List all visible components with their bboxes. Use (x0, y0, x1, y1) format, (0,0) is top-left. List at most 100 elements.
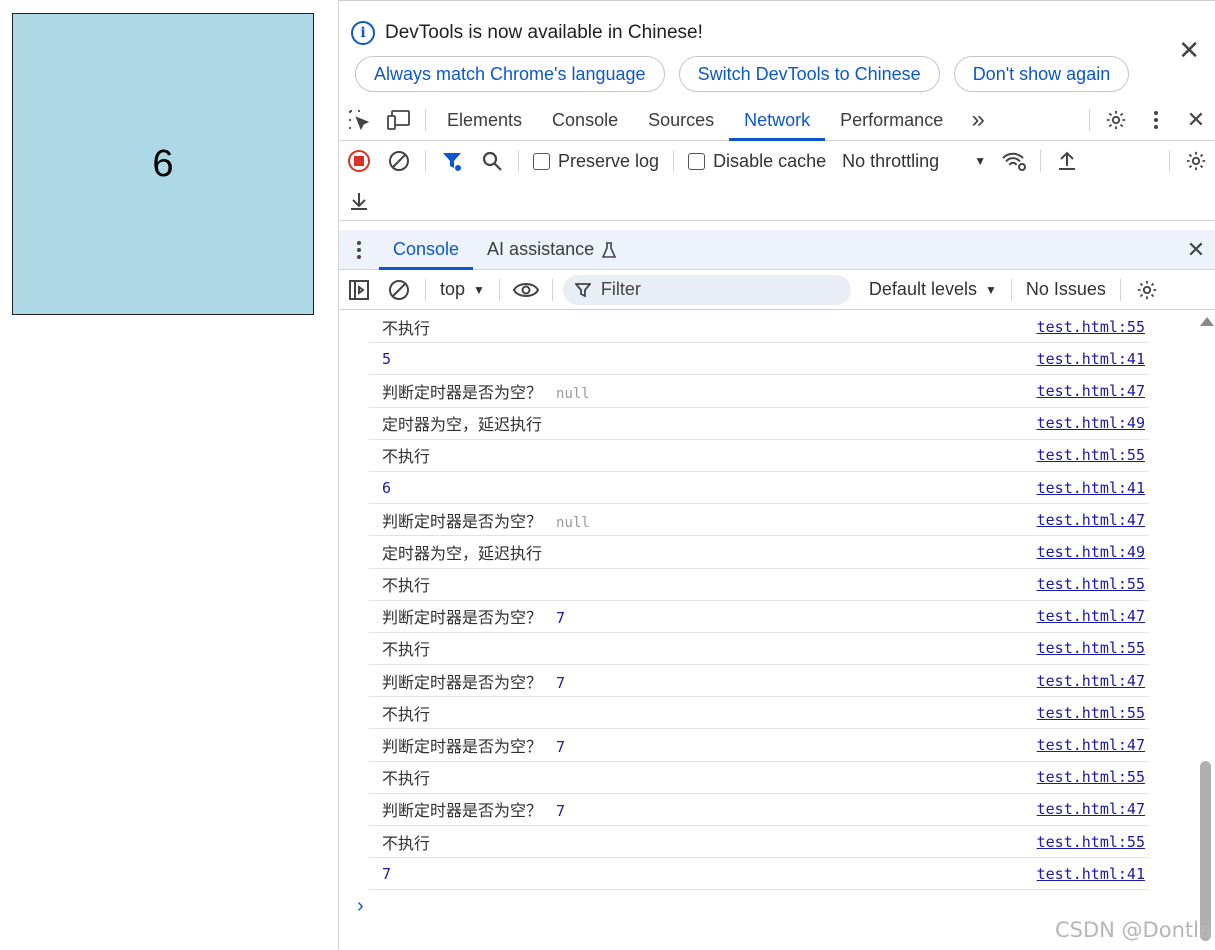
record-icon[interactable] (339, 141, 379, 182)
device-toolbar-icon[interactable] (379, 100, 419, 141)
infobar-message-row: i DevTools is now available in Chinese! (351, 21, 703, 45)
divider (518, 150, 519, 172)
source-link[interactable]: test.html:41 (1037, 479, 1149, 497)
message-text: 判断定时器是否为空？ (382, 608, 543, 628)
close-devtools-icon[interactable]: ✕ (1176, 100, 1215, 141)
clear-icon[interactable] (379, 141, 419, 182)
message-value: 7 (556, 802, 566, 821)
clear-console-icon[interactable] (379, 269, 419, 310)
source-link[interactable]: test.html:55 (1037, 768, 1149, 786)
source-link[interactable]: test.html:47 (1037, 511, 1149, 529)
console-message: 不执行 (369, 572, 430, 596)
export-har-icon[interactable] (339, 181, 379, 222)
filter-placeholder: Filter (600, 279, 641, 299)
divider (1169, 150, 1170, 172)
console-prompt-chevron-icon[interactable]: › (357, 895, 364, 918)
source-link[interactable]: test.html:41 (1037, 865, 1149, 883)
console-log: 不执行 test.html:55 5 test.html:41 判断定时器是否为空？ nu… (369, 311, 1149, 891)
drawer-tab-ai-assistance[interactable]: AI assistance (473, 230, 630, 270)
source-link[interactable]: test.html:55 (1037, 833, 1149, 851)
source-link[interactable]: test.html:55 (1037, 575, 1149, 593)
throttling-value: No throttling (842, 150, 940, 171)
sidebar-toggle-icon[interactable] (339, 269, 379, 310)
console-message-row: 定时器为空，延迟执行 test.html:49 (369, 408, 1149, 440)
language-infobar: i DevTools is now available in Chinese! … (339, 0, 1215, 100)
issues-counter[interactable]: No Issues (1018, 279, 1114, 300)
console-message: 5 (369, 349, 391, 368)
message-text: 判断定时器是否为空？ (382, 801, 543, 821)
scrollbar-thumb[interactable] (1200, 761, 1211, 941)
message-text: 判断定时器是否为空？ (382, 672, 543, 692)
console-message-row: 判断定时器是否为空？ 7 test.html:47 (369, 794, 1149, 826)
tab-console[interactable]: Console (537, 100, 633, 141)
log-levels-select[interactable]: Default levels ▼ (861, 279, 1005, 300)
tab-elements[interactable]: Elements (432, 100, 537, 141)
page-viewport: 6 (0, 0, 338, 950)
source-link[interactable]: test.html:55 (1037, 704, 1149, 722)
funnel-icon (574, 282, 591, 297)
close-drawer-icon[interactable]: ✕ (1176, 229, 1215, 270)
filter-icon[interactable] (432, 141, 472, 182)
source-link[interactable]: test.html:47 (1037, 382, 1149, 400)
always-match-language-button[interactable]: Always match Chrome's language (355, 56, 665, 92)
console-scrollbar[interactable] (1197, 311, 1215, 950)
tab-sources[interactable]: Sources (633, 100, 729, 141)
source-link[interactable]: test.html:47 (1037, 736, 1149, 754)
switch-to-chinese-button[interactable]: Switch DevTools to Chinese (678, 56, 940, 92)
dont-show-again-button[interactable]: Don't show again (953, 56, 1130, 92)
tab-network[interactable]: Network (729, 100, 826, 141)
context-select[interactable]: top ▼ (432, 279, 493, 300)
search-icon[interactable] (472, 141, 512, 182)
scroll-up-arrow-icon[interactable] (1200, 317, 1214, 326)
source-link[interactable]: test.html:55 (1037, 446, 1149, 464)
tab-performance[interactable]: Performance (825, 100, 958, 141)
source-link[interactable]: test.html:47 (1037, 800, 1149, 818)
drawer-tab-console[interactable]: Console (379, 230, 474, 270)
source-link[interactable]: test.html:41 (1037, 350, 1149, 368)
console-message: 不执行 (369, 830, 430, 854)
console-message-row: 判断定时器是否为空？ null test.html:47 (369, 504, 1149, 537)
preserve-log-label: Preserve log (558, 150, 660, 171)
inspect-element-icon[interactable] (339, 100, 379, 141)
message-text: 不执行 (382, 769, 431, 789)
drawer-menu-icon[interactable] (339, 229, 379, 270)
divider (1010, 278, 1012, 301)
console-message: 不执行 (369, 315, 430, 339)
message-text: 判断定时器是否为空？ (382, 382, 543, 402)
console-message: 不执行 (369, 765, 430, 789)
console-message: 6 (369, 478, 391, 497)
source-link[interactable]: test.html:49 (1037, 543, 1149, 561)
console-message-row: 不执行 test.html:55 (369, 826, 1149, 859)
more-tabs-icon[interactable]: » (958, 100, 998, 141)
infobar-buttons: Always match Chrome's language Switch De… (355, 56, 1130, 92)
message-value: 6 (382, 479, 392, 498)
disable-cache-label: Disable cache (713, 150, 827, 171)
message-value: null (556, 385, 590, 402)
live-expression-eye-icon[interactable] (506, 269, 546, 310)
source-link[interactable]: test.html:55 (1037, 318, 1149, 336)
throttling-select[interactable]: No throttling ▼ (834, 151, 994, 172)
console-settings-gear-icon[interactable] (1127, 269, 1167, 310)
info-icon: i (351, 21, 375, 45)
network-conditions-icon[interactable] (994, 141, 1034, 182)
source-link[interactable]: test.html:47 (1037, 607, 1149, 625)
import-har-icon[interactable] (1047, 141, 1087, 182)
preserve-log-checkbox[interactable]: Preserve log (533, 151, 659, 172)
context-value: top (440, 279, 466, 299)
divider (425, 109, 426, 131)
message-value: 5 (382, 350, 392, 369)
console-filter-input[interactable]: Filter (562, 274, 851, 305)
disable-cache-checkbox[interactable]: Disable cache (688, 151, 826, 172)
divider (673, 150, 675, 172)
network-settings-gear-icon[interactable] (1176, 141, 1215, 182)
chevron-down-icon: ▼ (984, 282, 997, 297)
message-text: 不执行 (382, 704, 431, 724)
divider (498, 278, 500, 301)
console-message-row: 不执行 test.html:55 (369, 633, 1149, 666)
source-link[interactable]: test.html:49 (1037, 414, 1149, 432)
infobar-close-icon[interactable]: ✕ (1178, 37, 1200, 63)
kebab-menu-icon[interactable] (1136, 100, 1176, 141)
source-link[interactable]: test.html:47 (1037, 672, 1149, 690)
settings-gear-icon[interactable] (1096, 100, 1136, 141)
source-link[interactable]: test.html:55 (1037, 639, 1149, 657)
